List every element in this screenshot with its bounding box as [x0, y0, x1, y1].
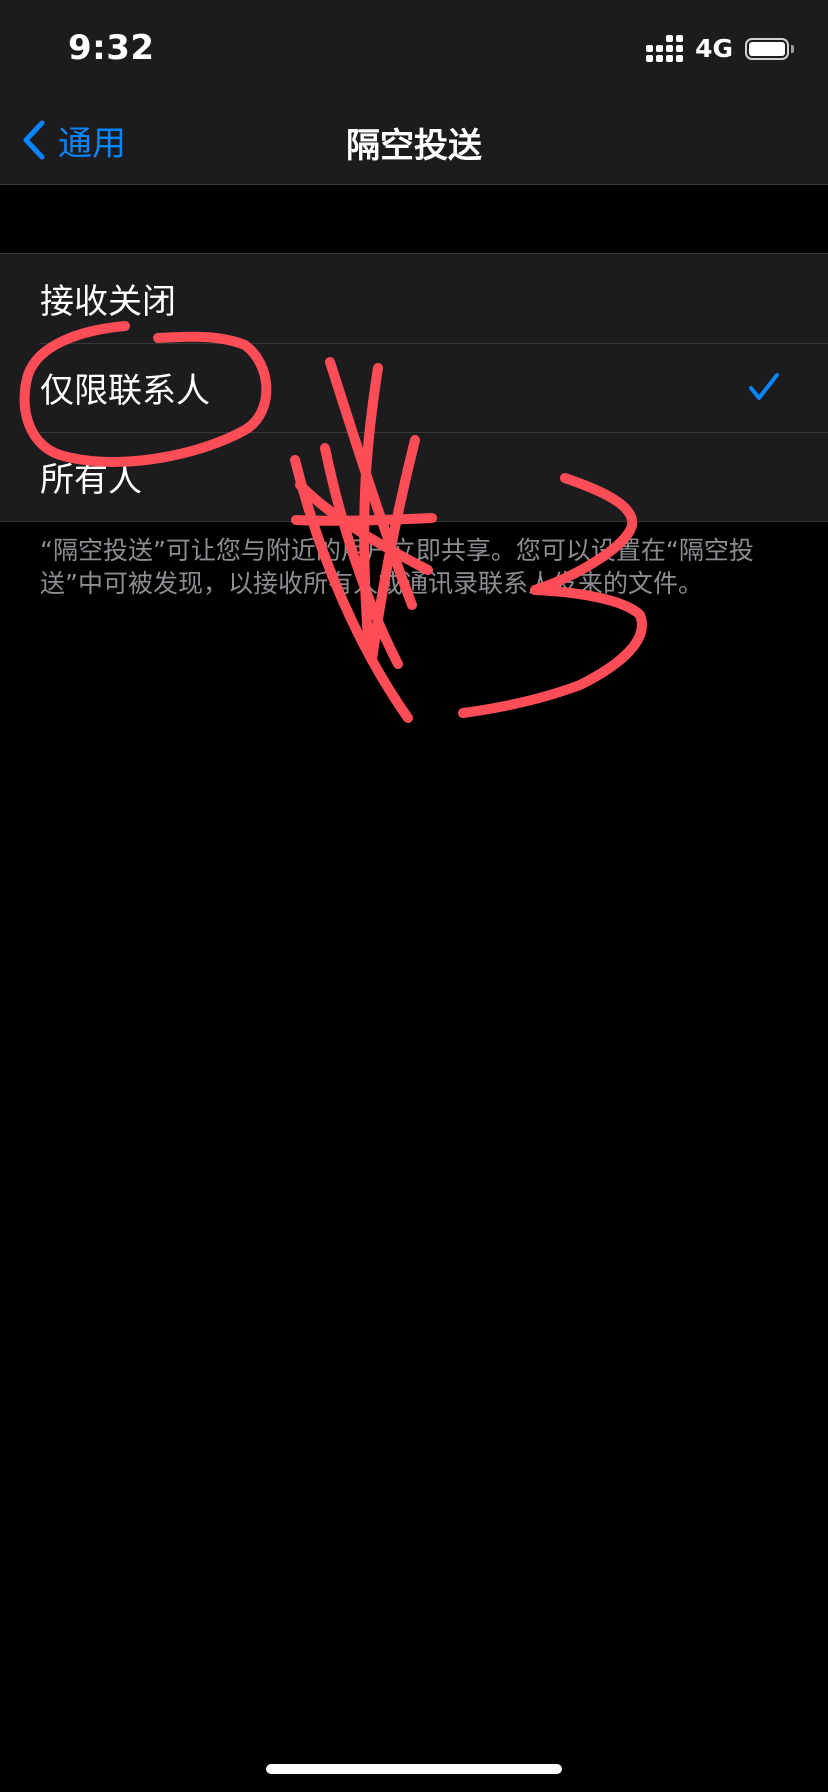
status-time: 9:32: [68, 28, 155, 68]
option-label: 接收关闭: [40, 282, 176, 322]
network-type: 4G: [695, 34, 733, 63]
chevron-left-icon: [23, 120, 45, 160]
battery-icon: [745, 37, 789, 60]
checkmark-icon: [749, 373, 779, 400]
signal-icon: [646, 34, 684, 62]
option-everyone[interactable]: 所有人: [0, 432, 828, 521]
option-contacts-only[interactable]: 仅限联系人: [0, 343, 828, 432]
status-right: 4G: [646, 34, 794, 63]
footer-note: “隔空投送”可让您与附近的用户立即共享。您可以设置在“隔空投送”中可被发现，以接…: [40, 536, 754, 598]
battery-tip: [791, 44, 794, 53]
navigation-bar: 隔空投送 通用: [0, 96, 828, 185]
back-button[interactable]: 通用: [22, 116, 126, 164]
status-bar: 9:32 4G: [0, 0, 828, 96]
option-receiving-off[interactable]: 接收关闭: [0, 254, 828, 343]
airdrop-options-group: 接收关闭 仅限联系人 所有人: [0, 253, 828, 522]
back-label: 通用: [58, 123, 126, 164]
option-label: 所有人: [40, 460, 142, 500]
option-label: 仅限联系人: [40, 371, 210, 411]
home-indicator[interactable]: [266, 1764, 562, 1774]
